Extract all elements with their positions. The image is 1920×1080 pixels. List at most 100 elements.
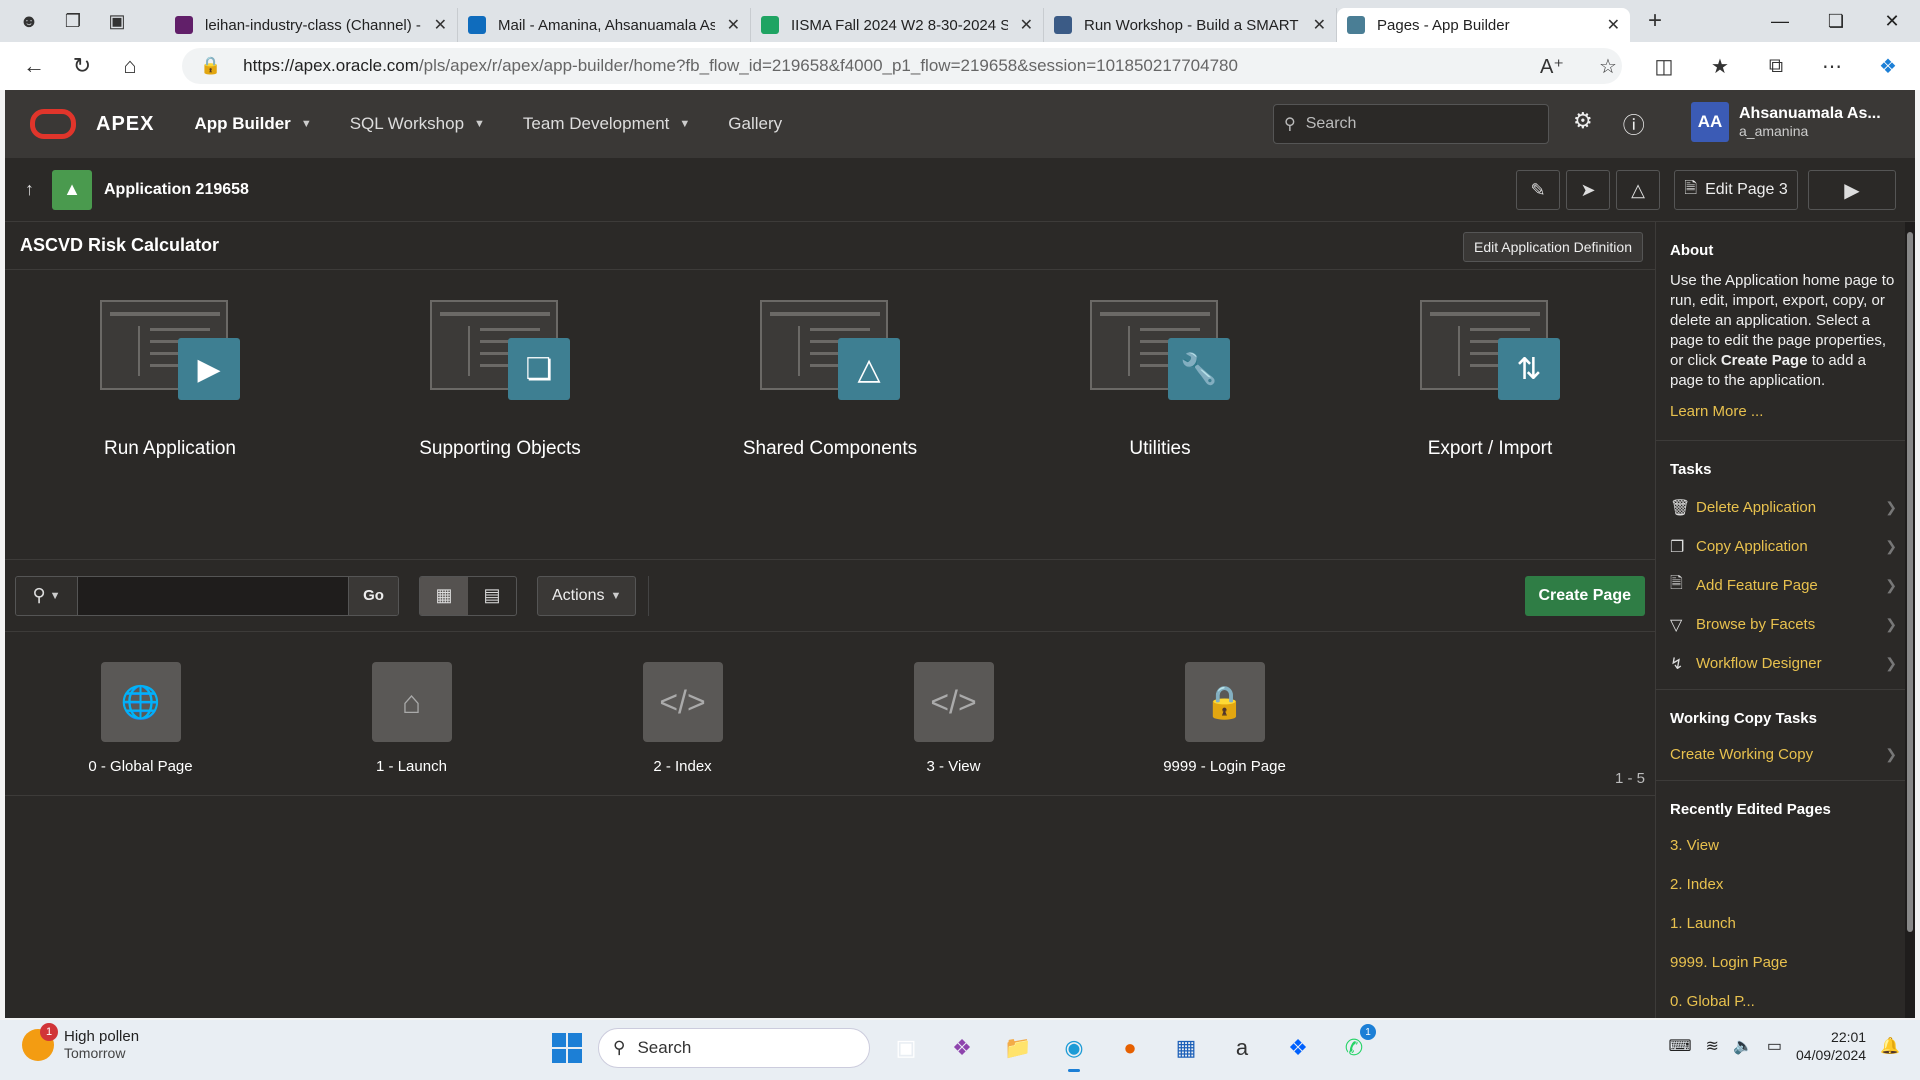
copilot-icon[interactable]: ❖ [942,1028,982,1068]
whatsapp-icon[interactable]: ✆ 1 [1334,1024,1376,1068]
wifi-icon[interactable]: ≋ [1706,1036,1719,1056]
help-icon[interactable]: ⓘ [1623,108,1645,140]
close-icon[interactable]: ✕ [1020,15,1033,35]
close-icon[interactable]: ✕ [1607,15,1620,35]
page-tile-view[interactable]: </> 3 - View [818,662,1089,795]
browser-tab-slack[interactable]: leihan-industry-class (Channel) - I ✕ [165,8,458,42]
home-icon[interactable]: ⌂ [106,53,154,79]
report-view-icon[interactable]: ▤ [468,577,516,615]
page-tile-global[interactable]: 🌐 0 - Global Page [5,662,276,795]
chevron-down-icon: ▼ [300,118,312,130]
close-icon[interactable]: ✕ [434,15,447,35]
pages-search-input[interactable] [78,576,348,615]
dropbox-icon[interactable]: ❖ [1278,1028,1318,1068]
task-copy-application[interactable]: ❐ Copy Application ❯ [1670,527,1897,566]
edit-page-button[interactable]: 🗎 Edit Page 3 [1674,170,1798,210]
nav-gallery[interactable]: Gallery [728,114,782,134]
task-delete-application[interactable]: 🗑 Delete Application ❯ [1670,488,1897,527]
user-settings-icon[interactable]: ⚙ [1573,108,1593,140]
hub-run-application[interactable]: ▶ Run Application [55,300,285,559]
go-button[interactable]: Go [348,576,398,615]
run-button[interactable]: ▶ [1808,170,1896,210]
hub-export-import[interactable]: ⇅ Export / Import [1375,300,1605,559]
favorites-icon[interactable]: ★ [1696,48,1744,84]
firefox-icon[interactable]: ● [1110,1028,1150,1068]
browser-tab-mail[interactable]: Mail - Amanina, Ahsanuamala As ✕ [458,8,751,42]
tab-actions-icon[interactable]: ▣ [102,6,132,36]
recent-page-link[interactable]: 3. View [1670,826,1909,865]
more-icon[interactable]: ⋯ [1808,48,1856,84]
refresh-icon[interactable]: ↻ [58,53,106,79]
close-icon[interactable]: ✕ [1313,15,1326,35]
minimize-icon[interactable]: — [1752,0,1808,42]
lock-icon[interactable]: 🔒 [200,56,221,76]
feedback-icon[interactable]: ✎ [1516,170,1560,210]
edge-icon[interactable]: ◉ [1054,1028,1094,1072]
nav-sql-workshop[interactable]: SQL Workshop ▼ [350,114,485,134]
task-add-feature-page[interactable]: 🗎 Add Feature Page ❯ [1670,566,1897,605]
tag-icon[interactable]: ➤ [1566,170,1610,210]
page-tile-login[interactable]: 🔒 9999 - Login Page [1089,662,1360,795]
keyboard-icon[interactable]: ⌨ [1668,1036,1691,1056]
amazon-icon[interactable]: a [1222,1028,1262,1068]
page-title: ASCVD Risk Calculator [20,235,220,255]
collections-icon[interactable]: ⧉ [1752,48,1800,84]
icon-view-icon[interactable]: ▦ [420,576,468,615]
scrollbar-thumb[interactable] [1907,232,1913,932]
nav-team-development[interactable]: Team Development ▼ [523,114,690,134]
battery-icon[interactable]: ▭ [1767,1036,1782,1056]
page-tile-launch[interactable]: ⌂ 1 - Launch [276,662,547,795]
url-field[interactable]: 🔒 https://apex.oracle.com/pls/apex/r/ape… [182,48,1622,84]
pages-toolbar: ⚲ ▼ Go ▦ ▤ Actions ▼ Create Page [5,560,1655,632]
back-icon[interactable]: ← [10,53,58,79]
scrollbar[interactable] [1905,222,1915,1018]
split-screen-icon[interactable]: ◫ [1640,48,1688,84]
create-page-button[interactable]: Create Page [1524,576,1645,616]
volume-icon[interactable]: 🔈 [1733,1036,1753,1056]
favorite-star-icon[interactable]: ☆ [1584,48,1632,84]
actions-menu-button[interactable]: Actions ▼ [537,575,637,616]
copilot-icon[interactable]: ❖ [1864,48,1912,84]
edit-application-definition-button[interactable]: Edit Application Definition [1463,232,1643,262]
task-browse-by-facets[interactable]: ▽ Browse by Facets ❯ [1670,605,1897,644]
hub-utilities[interactable]: 🔧 Utilities [1045,300,1275,559]
start-button[interactable] [552,1033,582,1063]
nav-app-builder[interactable]: App Builder ▼ [194,114,311,134]
workspaces-icon[interactable]: ❐ [58,6,88,36]
hub-shared-components[interactable]: △ Shared Components [715,300,945,559]
close-window-icon[interactable]: ✕ [1864,0,1920,42]
browser-tab-drive[interactable]: IISMA Fall 2024 W2 8-30-2024 S.p ✕ [751,8,1044,42]
apex-icon [1347,16,1365,34]
apex-logo[interactable]: APEX [30,109,154,139]
store-icon[interactable]: ▦ [1166,1028,1206,1068]
task-view-icon[interactable]: ▣ [886,1028,926,1068]
task-workflow-designer[interactable]: ↯ Workflow Designer ❯ [1670,644,1897,683]
browser-tab-app-builder[interactable]: Pages - App Builder ✕ [1337,8,1630,42]
browser-tab-workshop[interactable]: Run Workshop - Build a SMART o ✕ [1044,8,1337,42]
learn-more-link[interactable]: Learn More ... [1670,403,1895,420]
notification-bell-icon[interactable]: 🔔 [1880,1036,1900,1056]
search-column-dropdown[interactable]: ⚲ ▼ [16,576,78,615]
recent-page-link[interactable]: 1. Launch [1670,904,1909,943]
hub-supporting-objects[interactable]: ❏ Supporting Objects [385,300,615,559]
shared-components-icon[interactable]: △ [1616,170,1660,210]
recent-page-link[interactable]: 9999. Login Page [1670,943,1909,982]
close-icon[interactable]: ✕ [727,15,740,35]
profile-icon[interactable]: ☻ [14,6,44,36]
task-create-working-copy[interactable]: Create Working Copy ❯ [1670,735,1897,774]
read-aloud-icon[interactable]: A⁺ [1528,48,1576,84]
recent-page-link[interactable]: 0. Global P... [1670,982,1909,1021]
page-tile-index[interactable]: </> 2 - Index [547,662,818,795]
apex-search-input[interactable]: ⚲ Search [1273,104,1549,144]
recent-page-link[interactable]: 2. Index [1670,865,1909,904]
new-tab-icon[interactable]: + [1648,7,1662,35]
chevron-right-icon: ❯ [1885,616,1897,632]
user-menu[interactable]: AA Ahsanuamala As... a_amanina [1691,102,1881,142]
maximize-icon[interactable]: ❏ [1808,0,1864,42]
trash-icon: 🗑 [1670,499,1691,517]
file-explorer-icon[interactable]: 📁 [998,1028,1038,1068]
clock[interactable]: 22:01 04/09/2024 [1796,1028,1866,1064]
taskbar-search[interactable]: ⚲ Search [598,1028,870,1068]
up-arrow-icon[interactable]: ↑ [25,179,34,200]
weather-widget[interactable]: 1 High pollen Tomorrow [22,1022,139,1061]
